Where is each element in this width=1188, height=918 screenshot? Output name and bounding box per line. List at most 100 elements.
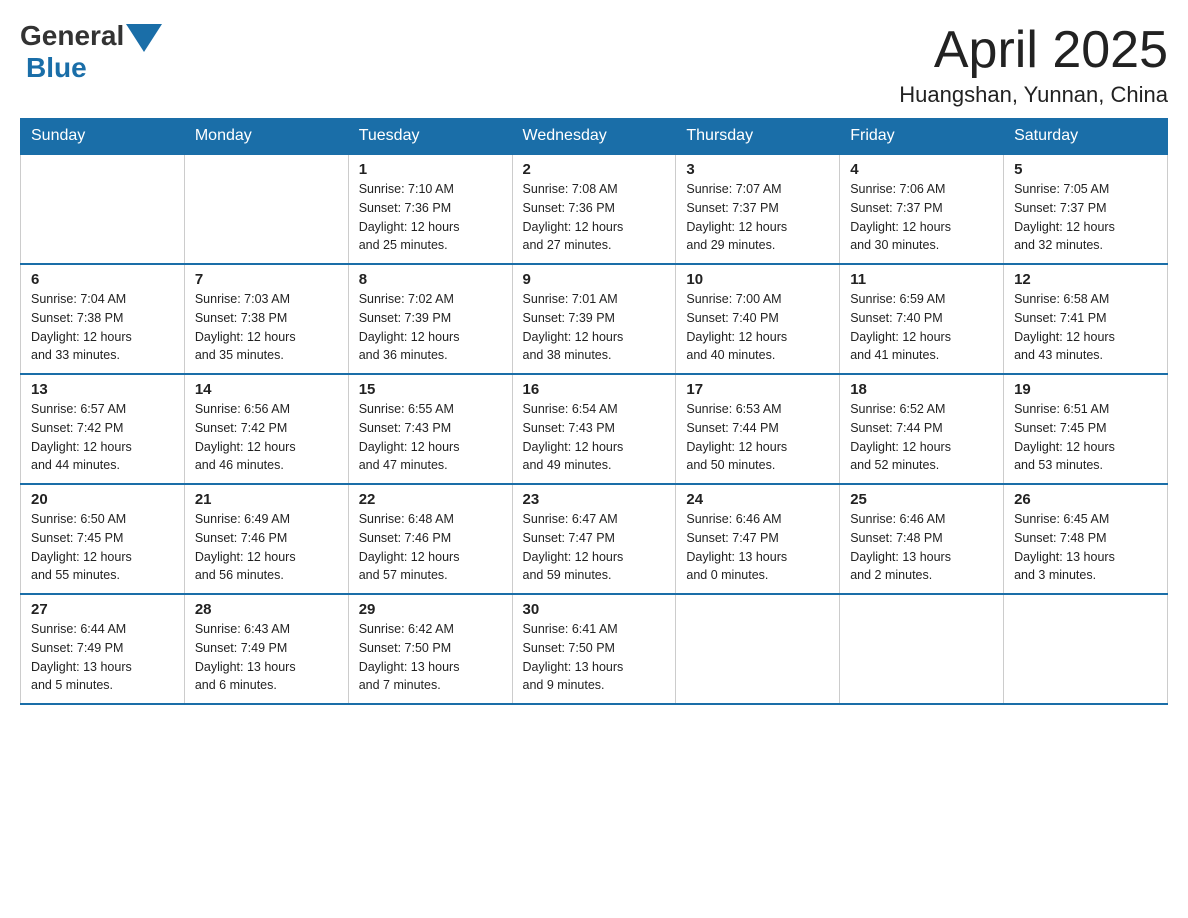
week-row-1: 1 Sunrise: 7:10 AMSunset: 7:36 PMDaylight…	[21, 154, 1168, 264]
calendar-cell: 23 Sunrise: 6:47 AMSunset: 7:47 PMDayligh…	[512, 484, 676, 594]
day-number: 6	[31, 271, 174, 288]
calendar-cell: 18Sunrise: 6:52 AMSunset: 7:44 PMDayligh…	[840, 374, 1004, 484]
week-row-2: 6 Sunrise: 7:04 AMSunset: 7:38 PMDaylight…	[21, 264, 1168, 374]
day-info: Sunrise: 6:46 AMSunset: 7:47 PMDaylight:…	[686, 510, 829, 585]
logo-triangle-icon	[126, 24, 162, 52]
calendar-cell: 8Sunrise: 7:02 AMSunset: 7:39 PMDaylight…	[348, 264, 512, 374]
day-number: 27	[31, 601, 174, 618]
calendar-cell: 20 Sunrise: 6:50 AMSunset: 7:45 PMDayligh…	[21, 484, 185, 594]
calendar-cell: 13 Sunrise: 6:57 AMSunset: 7:42 PMDayligh…	[21, 374, 185, 484]
calendar-cell	[184, 154, 348, 264]
calendar-cell: 24 Sunrise: 6:46 AMSunset: 7:47 PMDayligh…	[676, 484, 840, 594]
calendar-header-row: SundayMondayTuesdayWednesdayThursdayFrid…	[21, 119, 1168, 155]
day-info: Sunrise: 7:00 AMSunset: 7:40 PMDaylight:…	[686, 290, 829, 365]
logo: General Blue	[20, 20, 162, 84]
header-thursday: Thursday	[676, 119, 840, 155]
calendar-cell: 27Sunrise: 6:44 AMSunset: 7:49 PMDayligh…	[21, 594, 185, 704]
day-number: 16	[523, 381, 666, 398]
calendar-cell	[1004, 594, 1168, 704]
day-info: Sunrise: 7:05 AMSunset: 7:37 PMDaylight:…	[1014, 180, 1157, 255]
day-number: 11	[850, 271, 993, 288]
calendar-cell: 14Sunrise: 6:56 AMSunset: 7:42 PMDayligh…	[184, 374, 348, 484]
calendar-cell: 7 Sunrise: 7:03 AMSunset: 7:38 PMDaylight…	[184, 264, 348, 374]
day-info: Sunrise: 6:59 AMSunset: 7:40 PMDaylight:…	[850, 290, 993, 365]
title-section: April 2025 Huangshan, Yunnan, China	[899, 20, 1168, 108]
header-wednesday: Wednesday	[512, 119, 676, 155]
calendar-cell: 10 Sunrise: 7:00 AMSunset: 7:40 PMDayligh…	[676, 264, 840, 374]
day-info: Sunrise: 6:41 AMSunset: 7:50 PMDaylight:…	[523, 620, 666, 695]
day-info: Sunrise: 6:55 AMSunset: 7:43 PMDaylight:…	[359, 400, 502, 475]
page-header: General Blue April 2025 Huangshan, Yunna…	[20, 20, 1168, 108]
calendar-cell	[21, 154, 185, 264]
day-info: Sunrise: 6:47 AMSunset: 7:47 PMDaylight:…	[523, 510, 666, 585]
header-sunday: Sunday	[21, 119, 185, 155]
day-number: 13	[31, 381, 174, 398]
day-number: 18	[850, 381, 993, 398]
day-info: Sunrise: 6:54 AMSunset: 7:43 PMDaylight:…	[523, 400, 666, 475]
day-number: 4	[850, 161, 993, 178]
calendar-cell: 15 Sunrise: 6:55 AMSunset: 7:43 PMDayligh…	[348, 374, 512, 484]
month-year-title: April 2025	[899, 20, 1168, 80]
calendar-cell: 21Sunrise: 6:49 AMSunset: 7:46 PMDayligh…	[184, 484, 348, 594]
calendar-cell: 30 Sunrise: 6:41 AMSunset: 7:50 PMDayligh…	[512, 594, 676, 704]
calendar-cell: 11 Sunrise: 6:59 AMSunset: 7:40 PMDayligh…	[840, 264, 1004, 374]
day-info: Sunrise: 6:50 AMSunset: 7:45 PMDaylight:…	[31, 510, 174, 585]
logo-blue-text: Blue	[26, 52, 87, 84]
day-info: Sunrise: 6:58 AMSunset: 7:41 PMDaylight:…	[1014, 290, 1157, 365]
calendar-cell: 5Sunrise: 7:05 AMSunset: 7:37 PMDaylight…	[1004, 154, 1168, 264]
day-number: 23	[523, 491, 666, 508]
day-number: 30	[523, 601, 666, 618]
calendar-cell: 22Sunrise: 6:48 AMSunset: 7:46 PMDayligh…	[348, 484, 512, 594]
week-row-3: 13 Sunrise: 6:57 AMSunset: 7:42 PMDayligh…	[21, 374, 1168, 484]
day-number: 20	[31, 491, 174, 508]
calendar-cell: 12 Sunrise: 6:58 AMSunset: 7:41 PMDayligh…	[1004, 264, 1168, 374]
day-number: 1	[359, 161, 502, 178]
calendar-cell: 17Sunrise: 6:53 AMSunset: 7:44 PMDayligh…	[676, 374, 840, 484]
day-info: Sunrise: 7:10 AMSunset: 7:36 PMDaylight:…	[359, 180, 502, 255]
day-info: Sunrise: 6:51 AMSunset: 7:45 PMDaylight:…	[1014, 400, 1157, 475]
day-number: 22	[359, 491, 502, 508]
calendar-cell: 9Sunrise: 7:01 AMSunset: 7:39 PMDaylight…	[512, 264, 676, 374]
logo-general-text: General	[20, 20, 124, 52]
day-info: Sunrise: 7:02 AMSunset: 7:39 PMDaylight:…	[359, 290, 502, 365]
day-number: 29	[359, 601, 502, 618]
day-number: 3	[686, 161, 829, 178]
day-info: Sunrise: 6:42 AMSunset: 7:50 PMDaylight:…	[359, 620, 502, 695]
day-info: Sunrise: 7:04 AMSunset: 7:38 PMDaylight:…	[31, 290, 174, 365]
day-number: 24	[686, 491, 829, 508]
day-number: 9	[523, 271, 666, 288]
calendar-cell: 16 Sunrise: 6:54 AMSunset: 7:43 PMDayligh…	[512, 374, 676, 484]
day-number: 17	[686, 381, 829, 398]
header-monday: Monday	[184, 119, 348, 155]
day-info: Sunrise: 6:45 AMSunset: 7:48 PMDaylight:…	[1014, 510, 1157, 585]
day-info: Sunrise: 7:07 AMSunset: 7:37 PMDaylight:…	[686, 180, 829, 255]
calendar-cell: 6 Sunrise: 7:04 AMSunset: 7:38 PMDaylight…	[21, 264, 185, 374]
week-row-5: 27Sunrise: 6:44 AMSunset: 7:49 PMDayligh…	[21, 594, 1168, 704]
day-number: 26	[1014, 491, 1157, 508]
location-subtitle: Huangshan, Yunnan, China	[899, 82, 1168, 108]
day-number: 21	[195, 491, 338, 508]
calendar-cell: 26 Sunrise: 6:45 AMSunset: 7:48 PMDayligh…	[1004, 484, 1168, 594]
calendar-cell: 29 Sunrise: 6:42 AMSunset: 7:50 PMDayligh…	[348, 594, 512, 704]
day-info: Sunrise: 7:08 AMSunset: 7:36 PMDaylight:…	[523, 180, 666, 255]
day-info: Sunrise: 7:03 AMSunset: 7:38 PMDaylight:…	[195, 290, 338, 365]
day-info: Sunrise: 6:46 AMSunset: 7:48 PMDaylight:…	[850, 510, 993, 585]
calendar-cell: 4 Sunrise: 7:06 AMSunset: 7:37 PMDaylight…	[840, 154, 1004, 264]
calendar-cell: 25Sunrise: 6:46 AMSunset: 7:48 PMDayligh…	[840, 484, 1004, 594]
calendar-cell: 1 Sunrise: 7:10 AMSunset: 7:36 PMDaylight…	[348, 154, 512, 264]
day-number: 15	[359, 381, 502, 398]
calendar-cell: 28 Sunrise: 6:43 AMSunset: 7:49 PMDayligh…	[184, 594, 348, 704]
header-saturday: Saturday	[1004, 119, 1168, 155]
calendar-cell: 3 Sunrise: 7:07 AMSunset: 7:37 PMDaylight…	[676, 154, 840, 264]
day-number: 12	[1014, 271, 1157, 288]
day-info: Sunrise: 6:43 AMSunset: 7:49 PMDaylight:…	[195, 620, 338, 695]
day-info: Sunrise: 6:57 AMSunset: 7:42 PMDaylight:…	[31, 400, 174, 475]
day-number: 10	[686, 271, 829, 288]
calendar-cell	[840, 594, 1004, 704]
day-number: 7	[195, 271, 338, 288]
header-friday: Friday	[840, 119, 1004, 155]
week-row-4: 20 Sunrise: 6:50 AMSunset: 7:45 PMDayligh…	[21, 484, 1168, 594]
day-number: 28	[195, 601, 338, 618]
day-info: Sunrise: 7:06 AMSunset: 7:37 PMDaylight:…	[850, 180, 993, 255]
calendar-cell	[676, 594, 840, 704]
